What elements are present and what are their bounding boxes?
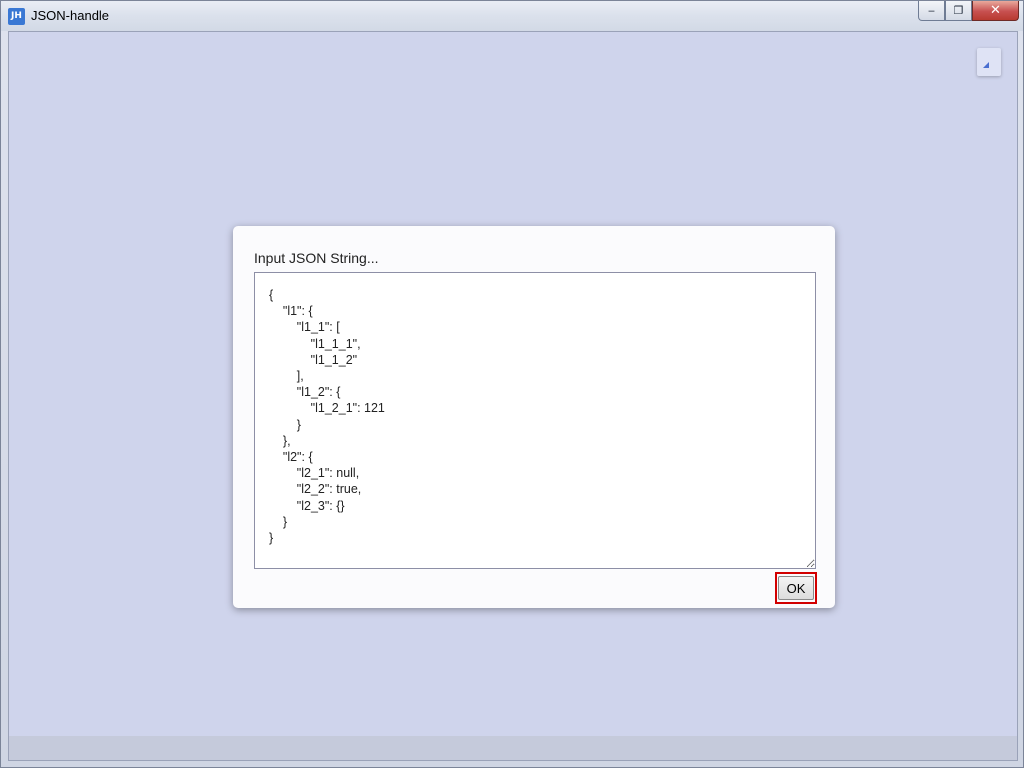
dialog-label: Input JSON String...: [254, 250, 379, 266]
corner-triangle-icon[interactable]: [977, 48, 1001, 76]
minimize-button[interactable]: ‒: [918, 1, 945, 21]
bottom-strip: [9, 736, 1017, 760]
app-window: JH JSON-handle ‒ ❐ ✕ Input JSON String..…: [0, 0, 1024, 768]
app-icon: JH: [8, 8, 25, 25]
close-button[interactable]: ✕: [972, 1, 1019, 21]
ok-button[interactable]: OK: [778, 576, 814, 600]
json-input-dialog: Input JSON String... { "l1": { "l1_1": […: [233, 226, 835, 608]
window-controls: ‒ ❐ ✕: [918, 1, 1019, 22]
restore-button[interactable]: ❐: [945, 1, 972, 21]
window-title: JSON-handle: [31, 8, 110, 23]
json-input-textarea[interactable]: { "l1": { "l1_1": [ "l1_1_1", "l1_1_2" ]…: [254, 272, 816, 569]
ok-button-highlight: OK: [775, 572, 817, 604]
title-bar[interactable]: JH JSON-handle ‒ ❐ ✕: [1, 1, 1023, 31]
